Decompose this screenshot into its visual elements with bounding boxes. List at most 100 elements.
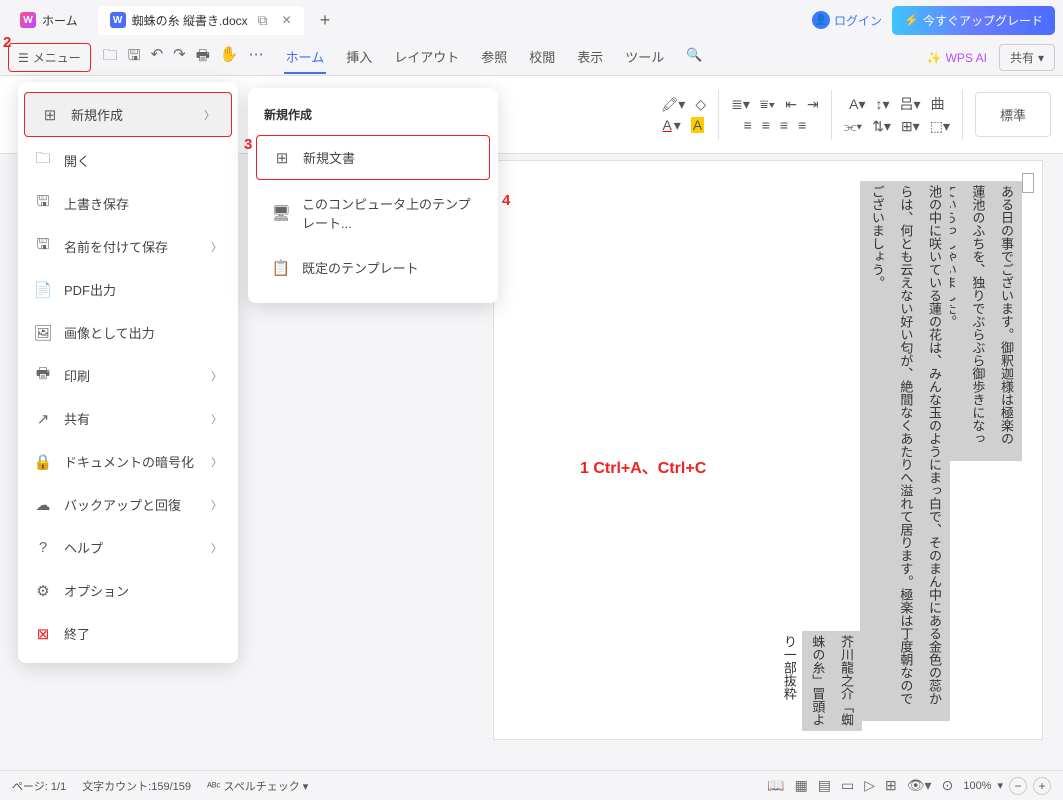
template-default-icon: 📋 <box>272 259 290 277</box>
document-page[interactable]: ある日の事でございます。御釈迦様は極楽の蓮池のふちを、独りでぶらぶら御歩きになっ… <box>493 160 1043 740</box>
share-button[interactable]: 共有 ▾ <box>999 44 1055 71</box>
login-label: ログイン <box>834 12 882 29</box>
user-avatar-icon: 👤 <box>812 11 830 29</box>
text-direction-icon[interactable]: ↕▾ <box>876 96 890 113</box>
number-list-icon[interactable]: ⩸▾ <box>760 96 775 113</box>
para-spacing-icon[interactable]: ⇅▾ <box>872 118 891 135</box>
menu-item-encrypt[interactable]: 🔒 ドキュメントの暗号化 〉 <box>18 440 238 483</box>
ribbon-tab-home[interactable]: ホーム <box>284 41 327 74</box>
view-book-icon[interactable]: 📖 <box>767 777 784 794</box>
tab-add-button[interactable]: + <box>312 10 339 31</box>
bullet-list-icon[interactable]: ≣▾ <box>731 96 750 113</box>
font-color-icon[interactable]: A▾ <box>662 117 680 134</box>
menu-item-options[interactable]: ⚙ オプション <box>18 569 238 612</box>
tab-close-icon[interactable]: ✕ <box>282 13 292 27</box>
word-count[interactable]: 文字カウント:159/159 <box>82 778 191 794</box>
style-normal[interactable]: 標準 <box>975 92 1051 137</box>
ruler-marker[interactable] <box>1022 173 1034 193</box>
text-effect-icon[interactable]: A▾ <box>849 96 865 113</box>
shading-icon[interactable]: ⬚▾ <box>930 118 950 135</box>
text-highlight-icon[interactable]: A <box>691 117 704 133</box>
tab-home-label: ホーム <box>42 12 78 29</box>
menu-item-label: 開く <box>64 151 90 170</box>
page-indicator[interactable]: ページ: 1/1 <box>12 778 66 794</box>
zoom-controls: 100% ▾ − + <box>963 777 1051 795</box>
menu-item-share[interactable]: ↗ 共有 〉 <box>18 397 238 440</box>
save-icon[interactable]: 🖫 <box>128 45 141 70</box>
hand-icon[interactable]: ✋ <box>220 45 239 70</box>
align-left-icon[interactable]: ≡ <box>744 117 752 133</box>
menu-item-open[interactable]: 🗀 開く <box>18 139 238 182</box>
view-web-icon[interactable]: ▤ <box>818 777 831 794</box>
zoom-dropdown-icon[interactable]: ▾ <box>997 779 1003 792</box>
menu-item-new[interactable]: ⊞ 新規作成 〉 <box>24 92 232 137</box>
play-icon[interactable]: ▷ <box>864 777 875 794</box>
exit-icon: ⊠ <box>34 625 52 643</box>
zoom-out-button[interactable]: − <box>1009 777 1027 795</box>
redo-icon[interactable]: ↷ <box>173 45 186 70</box>
ribbon-tab-view[interactable]: 表示 <box>575 41 605 74</box>
grid-icon[interactable]: ⊞ <box>885 777 897 794</box>
titlebar-right: 👤 ログイン ⚡ 今すぐアップグレード <box>812 6 1055 35</box>
doc-text-column-3[interactable]: 芥川龍之介「蜘蛛の糸」冒頭より一部抜粋 <box>802 631 862 731</box>
tab-clone-icon[interactable]: ⧉ <box>258 12 268 29</box>
submenu-item-label: このコンピュータ上のテンプレート... <box>302 194 474 232</box>
ribbon-tab-insert[interactable]: 挿入 <box>344 41 374 74</box>
gear-icon: ⚙ <box>34 582 52 600</box>
menu-item-saveas[interactable]: 🖫 名前を付けて保存 〉 <box>18 225 238 268</box>
ribbon-tab-review[interactable]: 校閲 <box>527 41 557 74</box>
menu-item-label: 共有 <box>64 409 90 428</box>
menu-item-backup[interactable]: ☁ バックアップと回復 〉 <box>18 483 238 526</box>
open-icon[interactable]: 🗀 <box>103 45 118 70</box>
line-spacing-icon[interactable]: ⫘▾ <box>844 118 862 135</box>
spellcheck-indicator[interactable]: ᴬᴮᶜ スペルチェック ▾ <box>207 778 308 794</box>
align-center-icon[interactable]: ≡ <box>762 117 770 133</box>
menu-item-exit[interactable]: ⊠ 終了 <box>18 612 238 655</box>
upgrade-button[interactable]: ⚡ 今すぐアップグレード <box>892 6 1055 35</box>
save-icon: 🖫 <box>34 195 52 213</box>
chevron-down-icon: ▾ <box>1038 51 1044 65</box>
more-icon[interactable]: ⋯ <box>249 45 264 70</box>
border-icon[interactable]: ⊞▾ <box>901 118 920 135</box>
align-right-icon[interactable]: ≡ <box>780 117 788 133</box>
focus-icon[interactable]: ⊙ <box>942 777 954 794</box>
increase-indent-icon[interactable]: ⇥ <box>807 96 819 113</box>
print-icon[interactable]: 🖶 <box>196 45 210 70</box>
help-icon: ? <box>34 539 52 557</box>
ribbon-tab-reference[interactable]: 参照 <box>479 41 509 74</box>
menu-item-label: 新規作成 <box>71 105 123 124</box>
menu-button[interactable]: ☰ メニュー <box>10 45 89 70</box>
ribbon-right: ✨ WPS AI 共有 ▾ <box>927 44 1055 71</box>
menu-item-print[interactable]: 🖶 印刷 〉 <box>18 354 238 397</box>
ribbon-tab-layout[interactable]: レイアウト <box>392 41 461 74</box>
menu-item-help[interactable]: ? ヘルプ 〉 <box>18 526 238 569</box>
menu-item-pdf[interactable]: 📄 PDF出力 <box>18 268 238 311</box>
tab-document[interactable]: W 蜘蛛の糸 縦書き.docx ⧉ ✕ <box>98 6 304 35</box>
view-print-icon[interactable]: ▦ <box>795 777 808 794</box>
doc-text-column-2[interactable]: 池の中に咲いている蓮の花は、みんな玉のようにまっ白で、そのまん中にある金色の蕊か… <box>860 181 950 721</box>
submenu-item-template-pc[interactable]: 🖥 このコンピュータ上のテンプレート... <box>256 182 490 244</box>
view-outline-icon[interactable]: ▭ <box>841 777 854 794</box>
decrease-indent-icon[interactable]: ⇤ <box>785 96 797 113</box>
tab-home[interactable]: W ホーム <box>8 6 90 35</box>
align-justify-icon[interactable]: ≡ <box>798 117 806 133</box>
hamburger-icon: ☰ <box>18 51 29 65</box>
submenu-item-template-default[interactable]: 📋 既定のテンプレート <box>256 246 490 289</box>
ribbon-tab-search[interactable]: 🔍 <box>684 41 704 74</box>
zoom-in-button[interactable]: + <box>1033 777 1051 795</box>
list-group: ≣▾ ⩸▾ ⇤ ⇥ ≡ ≡ ≡ ≡ <box>731 96 819 133</box>
highlight-icon[interactable]: 🖍▾ <box>661 96 686 113</box>
login-button[interactable]: 👤 ログイン <box>812 11 882 29</box>
special-char-icon[interactable]: 曲 <box>931 94 945 114</box>
menu-item-image-export[interactable]: 🖼 画像として出力 <box>18 311 238 354</box>
submenu-item-newdoc[interactable]: ⊞ 新規文書 <box>256 135 490 180</box>
eye-icon[interactable]: 👁▾ <box>907 777 932 794</box>
share-icon: ↗ <box>34 410 52 428</box>
ribbon-tab-tools[interactable]: ツール <box>623 41 666 74</box>
wps-ai-button[interactable]: ✨ WPS AI <box>927 51 987 65</box>
menu-item-save[interactable]: 🖫 上書き保存 <box>18 182 238 225</box>
undo-icon[interactable]: ↶ <box>151 45 164 70</box>
zoom-level[interactable]: 100% <box>963 780 991 792</box>
eraser-icon[interactable]: ◇ <box>695 96 706 113</box>
sub-super-icon[interactable]: 吕▾ <box>900 94 921 114</box>
